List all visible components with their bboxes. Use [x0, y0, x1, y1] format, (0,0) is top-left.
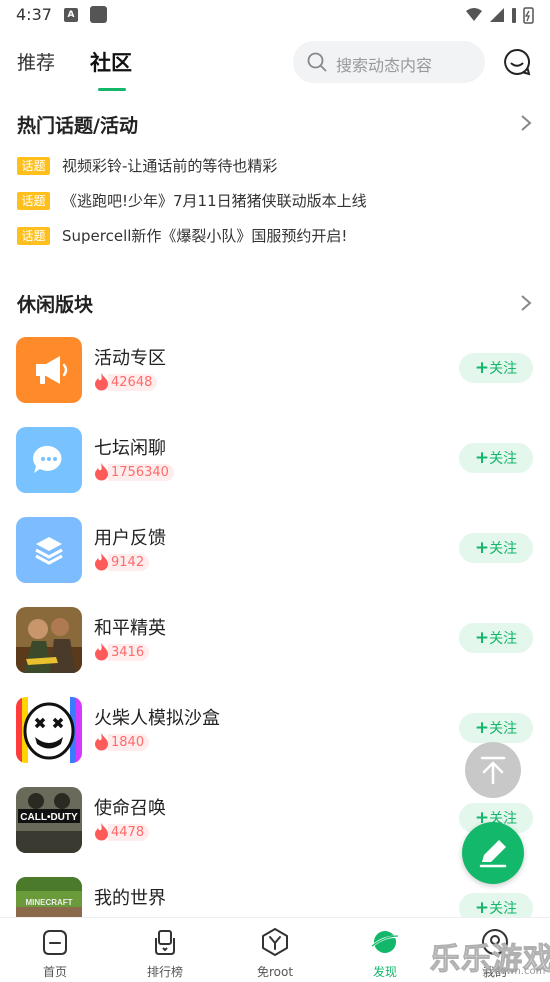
heat-value: 3416 [108, 644, 150, 661]
hot-topics-chevron-icon[interactable] [520, 114, 532, 132]
nav-item-ranking[interactable]: 排行榜 [110, 918, 220, 982]
flame-icon [95, 733, 108, 751]
flame-icon [95, 553, 108, 571]
watermark-url: yxdown.com [482, 966, 546, 977]
planet-icon [370, 931, 400, 953]
nav-item-discover[interactable]: 发现 [330, 918, 440, 982]
follow-button[interactable]: +关注 [459, 443, 533, 473]
topic-badge: 话题 [17, 192, 50, 210]
forum-name: 活动专区 [94, 348, 166, 369]
status-bar: 4:37 A [0, 0, 550, 30]
minecraft-cover-text: MINECRAFT [25, 898, 72, 907]
game-cover-stickman [16, 697, 82, 763]
follow-label: 关注 [489, 541, 518, 557]
arrow-up-icon [480, 756, 506, 785]
system-status-icons [466, 7, 534, 24]
nav-label: 首页 [42, 965, 67, 979]
chat-bubble-icon [16, 427, 82, 493]
follow-button[interactable]: +关注 [459, 533, 533, 563]
follow-button[interactable]: +关注 [459, 713, 533, 743]
no-root-icon [262, 928, 288, 956]
active-tab-indicator [98, 88, 126, 91]
compose-post-button[interactable] [462, 822, 524, 884]
follow-label: 关注 [489, 451, 518, 467]
nav-label: 发现 [372, 965, 397, 979]
follow-label: 关注 [489, 631, 518, 647]
heat-value: 1840 [108, 734, 150, 751]
ranking-icon [155, 930, 175, 955]
search-input[interactable]: 搜索动态内容 [293, 41, 485, 83]
forum-name: 七坛闲聊 [94, 438, 166, 459]
game-cover-peace-elite [16, 607, 82, 673]
heat-value: 1756340 [108, 464, 174, 481]
status-time: 4:37 [16, 5, 52, 24]
home-icon [43, 930, 67, 955]
plus-icon: + [474, 898, 490, 918]
nav-label: 排行榜 [146, 965, 183, 979]
follow-button[interactable]: +关注 [459, 623, 533, 653]
scroll-to-top-button[interactable] [465, 742, 521, 798]
topic-badge: 话题 [17, 157, 50, 175]
forum-name: 火柴人模拟沙盒 [94, 708, 220, 729]
tab-recommend[interactable]: 推荐 [17, 48, 55, 75]
layers-icon [16, 517, 82, 583]
hot-topics-title: 热门话题/活动 [17, 115, 138, 137]
topic-badge: 话题 [17, 227, 50, 245]
forum-item-activity[interactable]: 活动专区 42648 +关注 [0, 335, 550, 405]
forum-name: 和平精英 [94, 618, 166, 639]
forum-item-peace-elite[interactable]: 和平精英 3416 +关注 [0, 605, 550, 675]
notification-app-icon: A [64, 8, 78, 22]
forum-item-feedback[interactable]: 用户反馈 9142 +关注 [0, 515, 550, 585]
forum-item-chat[interactable]: 七坛闲聊 1756340 +关注 [0, 425, 550, 495]
nav-item-no-root[interactable]: 免root [220, 918, 330, 982]
topic-text: 视频彩铃-让通话前的等待也精彩 [62, 157, 278, 175]
plus-icon: + [474, 538, 490, 558]
follow-label: 关注 [489, 361, 518, 377]
heat-value: 4478 [108, 824, 150, 841]
heat-value: 42648 [108, 374, 158, 391]
topic-text: Supercell新作《爆裂小队》国服预约开启! [62, 227, 348, 245]
forum-name: 使命召唤 [94, 798, 166, 819]
plus-icon: + [474, 718, 490, 738]
flame-icon [95, 823, 108, 841]
plus-icon: + [474, 358, 490, 378]
search-icon [307, 52, 327, 72]
message-icon[interactable] [503, 48, 531, 76]
search-placeholder: 搜索动态内容 [336, 56, 433, 75]
megaphone-icon [16, 337, 82, 403]
follow-label: 关注 [489, 901, 518, 917]
nav-label: 免root [256, 965, 294, 979]
game-cover-call-of-duty: CALL•DUTY [16, 787, 82, 853]
top-navigation: 推荐 社区 搜索动态内容 [0, 38, 550, 94]
flame-icon [95, 373, 108, 391]
forum-name: 用户反馈 [94, 528, 166, 549]
flame-icon [95, 643, 108, 661]
topic-text: 《逃跑吧!少年》7月11日猪猪侠联动版本上线 [62, 192, 367, 210]
follow-button[interactable]: +关注 [459, 353, 533, 383]
tab-community[interactable]: 社区 [90, 47, 132, 77]
pencil-icon [479, 840, 507, 868]
plus-icon: + [474, 448, 490, 468]
nav-item-home[interactable]: 首页 [0, 918, 110, 982]
plus-icon: + [474, 628, 490, 648]
leisure-chevron-icon[interactable] [520, 294, 532, 312]
watermark: 乐乐游戏 yxdown.com [430, 934, 550, 982]
call-of-duty-cover-text: CALL•DUTY [20, 812, 78, 823]
flame-icon [95, 463, 108, 481]
notification-square-icon [90, 6, 107, 23]
heat-value: 9142 [108, 554, 150, 571]
leisure-section-title: 休闲版块 [17, 294, 94, 316]
forum-name: 我的世界 [94, 888, 166, 909]
follow-label: 关注 [489, 721, 518, 737]
